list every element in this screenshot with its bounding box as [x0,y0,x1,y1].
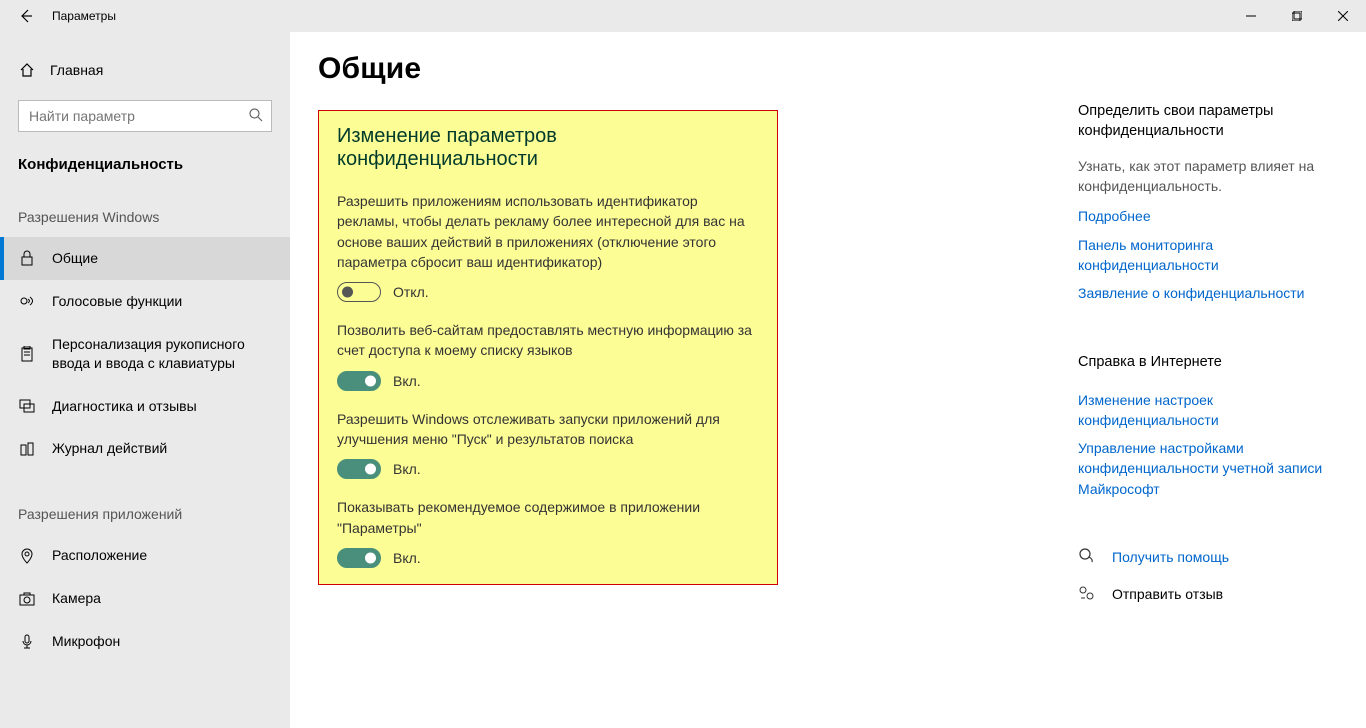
voice-icon [18,293,36,309]
nav-item-voice[interactable]: Голосовые функции [0,280,290,323]
nav-label: Журнал действий [52,439,167,458]
arrow-left-icon [18,8,34,24]
group-header-windows: Разрешения Windows [0,197,290,237]
back-button[interactable] [0,0,52,32]
minimize-icon [1246,11,1256,21]
get-help-row[interactable]: Получить помощь [1078,547,1338,568]
page-heading: Общие [318,52,1038,86]
privacy-settings-section: Изменение параметров конфиденциальности … [318,110,778,585]
nav-item-diagnostics[interactable]: Диагностика и отзывы [0,385,290,428]
setting-description: Разрешить Windows отслеживать запуски пр… [337,409,757,450]
link-manage-account-privacy[interactable]: Управление настройками конфиденциальност… [1078,438,1338,499]
search-icon [248,107,264,126]
toggle-state-label: Откл. [393,284,429,300]
feedback-link: Отправить отзыв [1112,584,1223,604]
link-learn-more[interactable]: Подробнее [1078,206,1338,226]
right-title-1: Определить свои параметры конфиденциальн… [1078,102,1338,141]
window-title: Параметры [52,9,116,23]
camera-icon [18,592,36,606]
link-change-privacy[interactable]: Изменение настроек конфиденциальности [1078,390,1338,431]
right-panel: Определить свои параметры конфиденциальн… [1078,52,1338,708]
maximize-button[interactable] [1274,0,1320,32]
toggle-advertising-id[interactable] [337,282,381,302]
setting-suggested-content: Показывать рекомендуемое содержимое в пр… [337,497,757,568]
minimize-button[interactable] [1228,0,1274,32]
nav-label: Расположение [52,546,147,565]
nav-item-inking[interactable]: Персонализация рукописного ввода и ввода… [0,323,290,385]
toggle-state-label: Вкл. [393,550,421,566]
nav-label: Персонализация рукописного ввода и ввода… [52,335,272,373]
nav-item-microphone[interactable]: Микрофон [0,620,290,663]
help-icon [1078,547,1096,568]
toggle-state-label: Вкл. [393,461,421,477]
toggle-language-list[interactable] [337,371,381,391]
section-subheading: Изменение параметров конфиденциальности [337,125,757,171]
category-title: Конфиденциальность [0,150,290,197]
setting-app-launches: Разрешить Windows отслеживать запуски пр… [337,409,757,480]
nav-item-location[interactable]: Расположение [0,534,290,577]
maximize-icon [1292,11,1302,21]
close-icon [1338,11,1348,21]
setting-description: Позволить веб-сайтам предоставлять местн… [337,320,757,361]
sidebar: Главная Конфиденциальность Разрешения Wi… [0,32,290,728]
toggle-suggested-content[interactable] [337,548,381,568]
nav-label: Диагностика и отзывы [52,397,197,416]
feedback-icon [18,398,36,414]
megaphone-icon [1078,584,1096,605]
setting-language-list: Позволить веб-сайтам предоставлять местн… [337,320,757,391]
nav-item-camera[interactable]: Камера [0,577,290,620]
setting-description: Показывать рекомендуемое содержимое в пр… [337,497,757,538]
nav-label: Камера [52,589,101,608]
activity-icon [18,441,36,457]
search-input[interactable] [18,100,272,132]
help-title: Справка в Интернете [1078,354,1338,370]
search-box [18,100,272,132]
setting-advertising-id: Разрешить приложениям использовать идент… [337,191,757,302]
toggle-app-launches[interactable] [337,459,381,479]
nav-item-activity[interactable]: Журнал действий [0,427,290,470]
nav-item-general[interactable]: Общие [0,237,290,280]
toggle-state-label: Вкл. [393,373,421,389]
titlebar: Параметры [0,0,1366,32]
clipboard-icon [18,346,36,362]
link-privacy-statement[interactable]: Заявление о конфиденциальности [1078,283,1338,303]
nav-label: Голосовые функции [52,292,182,311]
link-privacy-dashboard[interactable]: Панель мониторинга конфиденциальности [1078,235,1338,276]
setting-description: Разрешить приложениям использовать идент… [337,191,757,272]
nav-label: Микрофон [52,632,120,651]
group-header-apps: Разрешения приложений [0,494,290,534]
microphone-icon [18,634,36,650]
close-button[interactable] [1320,0,1366,32]
right-desc-1: Узнать, как этот параметр влияет на конф… [1078,157,1338,196]
feedback-row[interactable]: Отправить отзыв [1078,584,1338,605]
home-icon [18,62,36,78]
home-label: Главная [50,62,103,78]
home-link[interactable]: Главная [0,52,290,88]
get-help-link: Получить помощь [1112,547,1229,567]
nav-label: Общие [52,249,98,268]
lock-icon [18,250,36,266]
main-content: Общие Изменение параметров конфиденциаль… [290,32,1366,728]
location-icon [18,548,36,564]
